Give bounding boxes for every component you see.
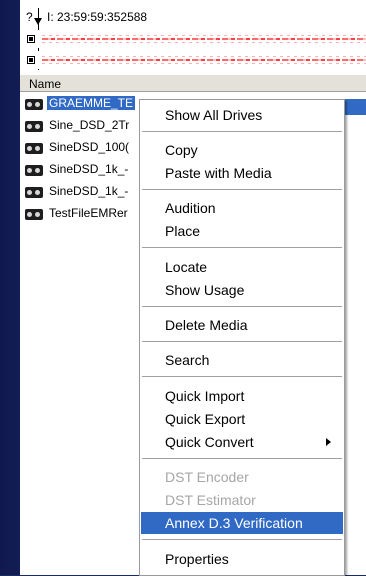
menu-item-label: Quick Export xyxy=(165,411,246,427)
track-waveform xyxy=(42,35,366,43)
menu-item-label: Place xyxy=(165,223,201,239)
menu-item-label: Locate xyxy=(165,259,208,275)
menu-item-show-all-drives[interactable]: Show All Drives xyxy=(141,104,343,126)
menu-item-show-usage[interactable]: Show Usage xyxy=(141,279,343,301)
menu-separator xyxy=(142,131,342,132)
menu-item-audition[interactable]: Audition xyxy=(141,197,343,219)
menu-item-label: DST Encoder xyxy=(165,469,249,485)
tape-file-icon xyxy=(25,187,43,198)
track-select-checkbox[interactable] xyxy=(27,56,35,64)
menu-separator xyxy=(142,341,342,342)
menu-separator xyxy=(142,458,342,459)
menu-item-dst-encoder: DST Encoder xyxy=(141,466,343,488)
track-select-checkbox[interactable] xyxy=(27,35,35,43)
selected-row-tail xyxy=(343,99,366,115)
menu-item-quick-import[interactable]: Quick Import xyxy=(141,385,343,407)
menu-separator xyxy=(142,189,342,190)
track-waveform xyxy=(42,56,366,64)
menu-separator xyxy=(142,539,342,540)
menu-item-label: Paste with Media xyxy=(165,165,272,181)
tape-file-icon xyxy=(25,165,43,176)
audio-track-1[interactable] xyxy=(20,30,366,48)
menu-item-label: Search xyxy=(165,352,210,368)
audio-track-2[interactable] xyxy=(20,51,366,69)
menu-separator xyxy=(142,376,342,377)
file-name: SineDSD_1k_- xyxy=(49,162,129,176)
menu-item-annex-verification[interactable]: Annex D.3 Verification xyxy=(141,512,343,534)
submenu-arrow-icon xyxy=(326,438,331,446)
menu-item-search[interactable]: Search xyxy=(141,349,343,371)
menu-item-paste-with-media[interactable]: Paste with Media xyxy=(141,162,343,184)
menu-item-label: Delete Media xyxy=(165,317,248,333)
menu-item-copy[interactable]: Copy xyxy=(141,139,343,161)
context-menu: Show All Drives Copy Paste with Media Au… xyxy=(139,99,345,576)
file-name: SineDSD_100( xyxy=(49,140,130,154)
menu-item-properties[interactable]: Properties xyxy=(141,548,343,570)
time-readout: I: 23:59:59:352588 xyxy=(47,10,148,24)
menu-item-label: Quick Convert xyxy=(165,434,254,450)
tape-file-icon xyxy=(25,99,43,110)
menu-item-quick-convert[interactable]: Quick Convert xyxy=(141,431,343,453)
time-ruler[interactable]: ? I: 23:59:59:352588 xyxy=(20,8,366,70)
menu-item-delete-media[interactable]: Delete Media xyxy=(141,314,343,336)
menu-item-label: Audition xyxy=(165,200,216,216)
file-name: Sine_DSD_2Tr xyxy=(49,118,130,132)
name-column-header[interactable]: Name xyxy=(20,74,366,92)
file-name: GRAEMME_TE xyxy=(47,96,136,110)
tape-file-icon xyxy=(25,121,43,132)
time-ruler-mark: ? xyxy=(26,10,33,24)
menu-item-label: Copy xyxy=(165,142,198,158)
menu-item-dst-estimator: DST Estimator xyxy=(141,489,343,511)
menu-item-label: Show Usage xyxy=(165,282,245,298)
tape-file-icon xyxy=(25,143,43,154)
file-name: SineDSD_1k_- xyxy=(49,184,129,198)
tape-file-icon xyxy=(25,209,43,220)
menu-item-label: Quick Import xyxy=(165,388,245,404)
menu-item-label: Properties xyxy=(165,551,229,567)
menu-item-place[interactable]: Place xyxy=(141,220,343,242)
menu-item-locate[interactable]: Locate xyxy=(141,256,343,278)
name-column-label: Name xyxy=(29,77,62,91)
menu-item-label: DST Estimator xyxy=(165,492,256,508)
menu-item-quick-export[interactable]: Quick Export xyxy=(141,408,343,430)
menu-separator xyxy=(142,306,342,307)
file-name: TestFileEMRer xyxy=(49,206,128,220)
playhead-arrow-icon[interactable] xyxy=(34,18,42,25)
menu-item-label: Annex D.3 Verification xyxy=(165,515,303,531)
menu-separator xyxy=(142,247,342,248)
menu-item-label: Show All Drives xyxy=(165,107,263,123)
